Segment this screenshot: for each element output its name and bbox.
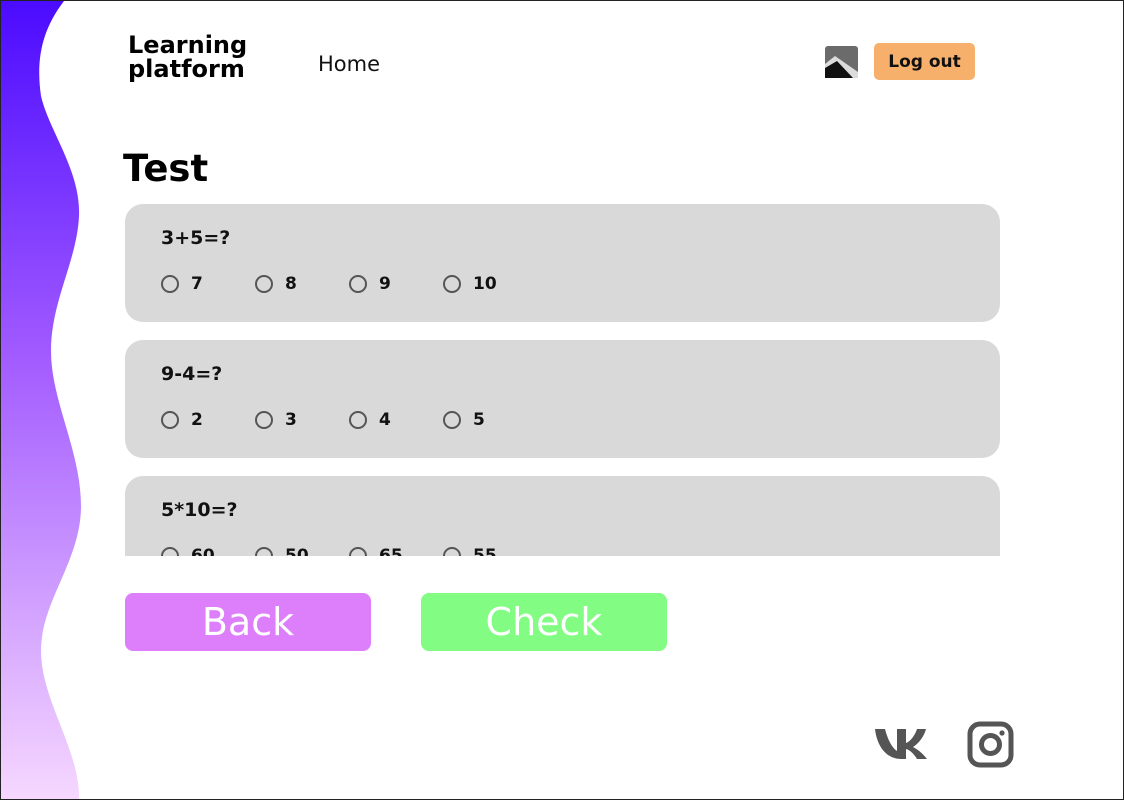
answer-option[interactable]: 5: [443, 410, 537, 430]
decorative-gradient-wave: [1, 1, 81, 799]
answer-option[interactable]: 3: [255, 410, 349, 430]
question-text: 5*10=?: [161, 499, 238, 521]
option-label: 7: [191, 274, 203, 294]
answer-options: 60 50 65 55: [161, 546, 1000, 556]
option-label: 10: [473, 274, 497, 294]
logo[interactable]: Learning platform: [128, 33, 247, 81]
answer-option[interactable]: 9: [349, 274, 443, 294]
page-title: Test: [123, 147, 209, 190]
option-label: 8: [285, 274, 297, 294]
option-label: 4: [379, 410, 391, 430]
radio-button[interactable]: [443, 411, 461, 429]
option-label: 55: [473, 546, 497, 556]
radio-button[interactable]: [255, 411, 273, 429]
app-frame: Learning platform Home Log out Test 3+5=…: [0, 0, 1124, 800]
answer-option[interactable]: 65: [349, 546, 443, 556]
answer-option[interactable]: 7: [161, 274, 255, 294]
logo-line-2: platform: [128, 55, 245, 83]
instagram-icon[interactable]: [967, 721, 1014, 768]
radio-button[interactable]: [443, 547, 461, 556]
option-label: 65: [379, 546, 403, 556]
logout-button[interactable]: Log out: [874, 43, 975, 80]
questions-list[interactable]: 3+5=? 7 8 9 10 9-4=? 2 3 4 5 5*10=? 60 5…: [125, 204, 1000, 556]
option-label: 9: [379, 274, 391, 294]
option-label: 60: [191, 546, 215, 556]
radio-button[interactable]: [255, 275, 273, 293]
radio-button[interactable]: [443, 275, 461, 293]
logo-line-1: Learning: [128, 31, 248, 59]
answer-option[interactable]: 4: [349, 410, 443, 430]
answer-option[interactable]: 10: [443, 274, 537, 294]
answer-options: 7 8 9 10: [161, 274, 1000, 294]
answer-option[interactable]: 2: [161, 410, 255, 430]
question-text: 3+5=?: [161, 227, 231, 249]
radio-button[interactable]: [161, 411, 179, 429]
question-card: 3+5=? 7 8 9 10: [125, 204, 1000, 322]
option-label: 2: [191, 410, 203, 430]
radio-button[interactable]: [349, 275, 367, 293]
back-button[interactable]: Back: [125, 593, 371, 651]
answer-option[interactable]: 55: [443, 546, 537, 556]
answer-options: 2 3 4 5: [161, 410, 1000, 430]
question-card: 9-4=? 2 3 4 5: [125, 340, 1000, 458]
nav-home-link[interactable]: Home: [318, 52, 380, 76]
answer-option[interactable]: 8: [255, 274, 349, 294]
radio-button[interactable]: [349, 547, 367, 556]
check-button[interactable]: Check: [421, 593, 667, 651]
option-label: 5: [473, 410, 485, 430]
answer-option[interactable]: 50: [255, 546, 349, 556]
radio-button[interactable]: [255, 547, 273, 556]
radio-button[interactable]: [161, 275, 179, 293]
option-label: 50: [285, 546, 309, 556]
question-card: 5*10=? 60 50 65 55: [125, 476, 1000, 556]
question-text: 9-4=?: [161, 363, 223, 385]
radio-button[interactable]: [349, 411, 367, 429]
radio-button[interactable]: [161, 547, 179, 556]
vk-icon[interactable]: [873, 725, 929, 761]
answer-option[interactable]: 60: [161, 546, 255, 556]
option-label: 3: [285, 410, 297, 430]
avatar-image-icon[interactable]: [825, 46, 858, 78]
